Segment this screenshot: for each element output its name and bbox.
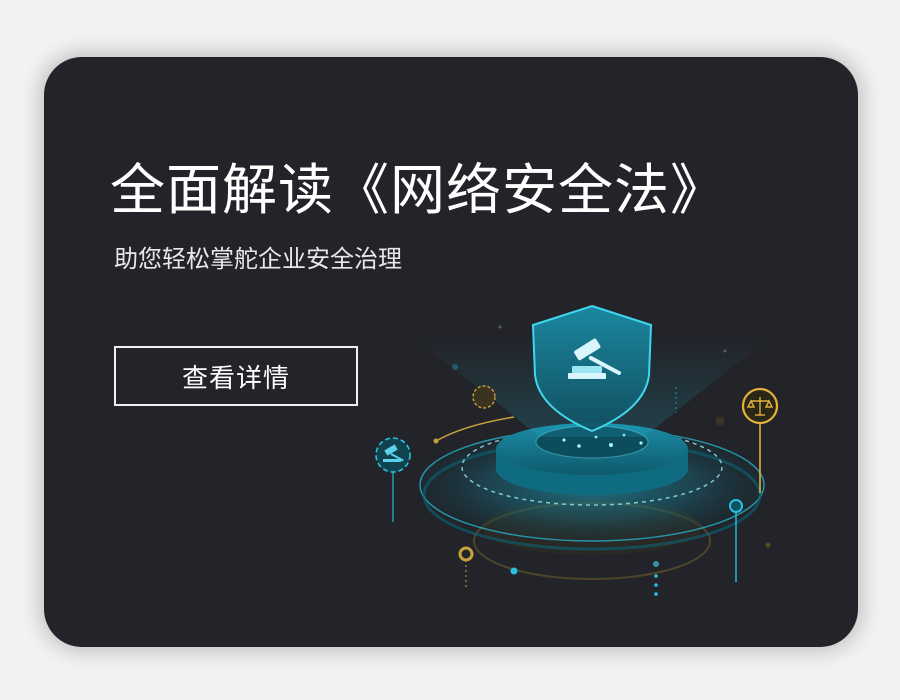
sparkle bbox=[639, 441, 643, 445]
sparkle bbox=[609, 443, 613, 447]
gold-ring-pin bbox=[458, 546, 474, 562]
decor-dot bbox=[715, 416, 725, 426]
cyan-pin bbox=[729, 499, 743, 513]
banner-card: 全面解读《网络安全法》 助您轻松掌舵企业安全治理 查看详情 bbox=[44, 57, 858, 647]
gold-badge bbox=[472, 385, 496, 409]
decor-dot bbox=[498, 325, 502, 329]
decor-dot bbox=[452, 364, 458, 370]
gold-dot bbox=[433, 438, 439, 444]
decor-dot bbox=[510, 567, 518, 575]
security-law-illustration bbox=[375, 304, 779, 596]
decor-dot bbox=[723, 349, 727, 353]
decor-dot bbox=[654, 592, 658, 596]
sparkle bbox=[577, 444, 581, 448]
decor-dot bbox=[654, 583, 658, 587]
sparkle bbox=[562, 438, 566, 442]
decor-dot bbox=[653, 561, 659, 567]
decor-dot bbox=[654, 574, 658, 578]
decor-dot bbox=[765, 542, 771, 548]
